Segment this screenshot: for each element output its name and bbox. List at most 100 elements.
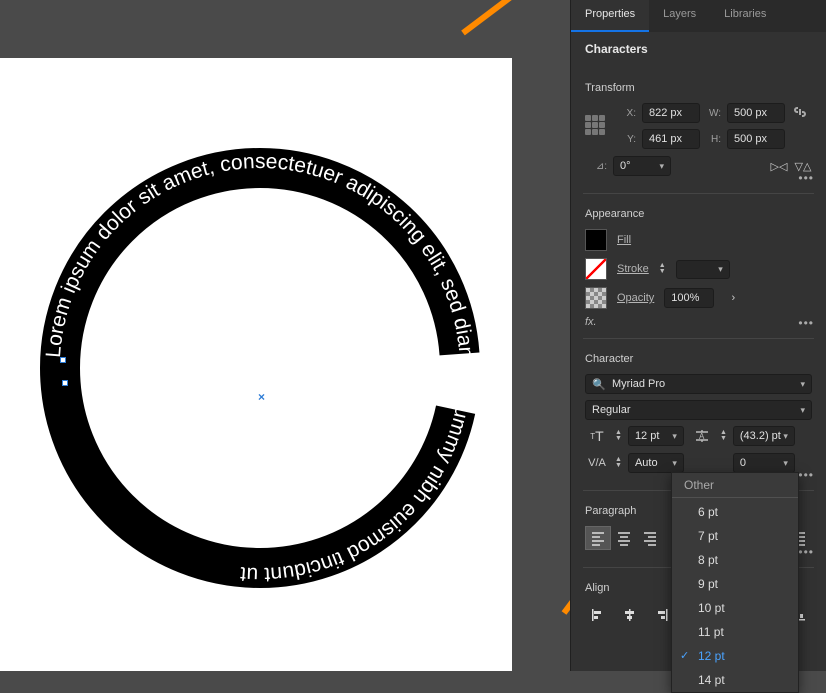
leading-icon: A — [690, 428, 714, 444]
paragraph-more-icon[interactable]: ••• — [798, 545, 814, 559]
character-more-icon[interactable]: ••• — [798, 468, 814, 482]
transform-section: Transform X: W: Y: H: — [571, 72, 826, 189]
chevron-down-icon: ▾ — [672, 458, 677, 469]
path-anchor-end[interactable] — [62, 380, 68, 386]
stroke-label[interactable]: Stroke — [617, 263, 649, 275]
align-obj-left-button[interactable] — [585, 603, 611, 627]
font-size-option-label: 9 pt — [698, 577, 718, 591]
object-center-marker: × — [258, 390, 265, 404]
appearance-section: Appearance Fill Stroke ▲▼ ▾ Opacity › fx… — [571, 198, 826, 334]
chevron-down-icon: ▾ — [800, 379, 805, 390]
h-label: H: — [706, 134, 721, 145]
font-style-value: Regular — [592, 404, 631, 416]
properties-panel: Properties Layers Libraries Characters T… — [570, 0, 826, 671]
appearance-title: Appearance — [585, 208, 812, 220]
leading-select[interactable]: (43.2) pt ▾ — [733, 426, 795, 446]
opacity-label[interactable]: Opacity — [617, 292, 654, 304]
divider — [583, 338, 814, 339]
w-label: W: — [706, 108, 721, 119]
kerning-value: Auto — [635, 457, 658, 469]
y-input[interactable] — [642, 129, 700, 149]
transform-title: Transform — [585, 82, 812, 94]
font-size-option[interactable]: 11 pt — [672, 620, 798, 644]
font-size-option-label: 10 pt — [698, 601, 725, 615]
angle-select[interactable]: 0° ▾ — [613, 156, 671, 176]
object-type-section: Characters — [571, 32, 826, 72]
angle-label: ⊿: — [585, 161, 607, 172]
text-on-path-object[interactable]: Lorem ipsum dolor sit amet, consectetuer… — [40, 108, 480, 588]
x-label: X: — [621, 108, 636, 119]
angle-value: 0° — [620, 160, 631, 172]
fill-swatch[interactable] — [585, 229, 607, 251]
stroke-weight-select[interactable]: ▾ — [676, 260, 730, 279]
font-size-option[interactable]: 9 pt — [672, 572, 798, 596]
align-right-button[interactable] — [637, 526, 663, 550]
check-icon: ✓ — [680, 649, 689, 662]
font-size-icon: TT — [585, 428, 609, 444]
font-size-option[interactable]: ✓ 12 pt — [672, 644, 798, 668]
font-size-option[interactable]: 8 pt — [672, 548, 798, 572]
font-family-select[interactable]: 🔍 Myriad Pro ▾ — [585, 374, 812, 394]
font-size-option[interactable]: 6 pt — [672, 500, 798, 524]
font-size-option-label: 8 pt — [698, 553, 718, 567]
stroke-swatch[interactable] — [585, 258, 607, 280]
tab-properties[interactable]: Properties — [571, 0, 649, 32]
appearance-more-icon[interactable]: ••• — [798, 316, 814, 330]
font-family-value: Myriad Pro — [612, 378, 665, 390]
font-size-option-label: 6 pt — [698, 505, 718, 519]
character-section: Character 🔍 Myriad Pro ▾ Regular ▾ TT ▲▼… — [571, 343, 826, 486]
w-input[interactable] — [727, 103, 785, 123]
kerning-stepper[interactable]: ▲▼ — [615, 457, 622, 469]
font-size-option-label: 14 pt — [698, 673, 725, 687]
tracking-select[interactable]: 0 ▾ — [733, 453, 795, 473]
chevron-down-icon: ▾ — [783, 458, 788, 469]
stroke-weight-stepper[interactable]: ▲▼ — [659, 263, 666, 275]
font-size-value: 12 pt — [635, 430, 659, 442]
font-size-option[interactable]: 14 pt — [672, 668, 798, 692]
font-size-option-label: 7 pt — [698, 529, 718, 543]
reference-point-grid[interactable] — [585, 115, 607, 137]
opacity-input[interactable] — [664, 288, 714, 308]
font-size-option-label: 11 pt — [698, 625, 724, 639]
font-size-select[interactable]: 12 pt ▾ — [628, 426, 684, 446]
font-size-dropdown[interactable]: Other 6 pt 7 pt 8 pt 9 pt 10 pt 11 pt ✓ 12 pt 14… — [671, 472, 799, 693]
font-size-option[interactable]: 7 pt — [672, 524, 798, 548]
chevron-down-icon: ▾ — [718, 264, 723, 275]
chevron-down-icon: ▾ — [659, 161, 664, 172]
align-obj-hcenter-button[interactable] — [617, 603, 643, 627]
font-size-option[interactable]: 10 pt — [672, 596, 798, 620]
font-size-stepper[interactable]: ▲▼ — [615, 430, 622, 442]
character-title: Character — [585, 353, 812, 365]
leading-stepper[interactable]: ▲▼ — [720, 430, 727, 442]
tab-libraries[interactable]: Libraries — [710, 0, 780, 32]
y-label: Y: — [621, 134, 636, 145]
x-input[interactable] — [642, 103, 700, 123]
kerning-icon: V/A — [585, 457, 609, 469]
link-wh-icon[interactable] — [791, 104, 809, 123]
chevron-down-icon: ▾ — [783, 431, 788, 442]
leading-value: (43.2) pt — [740, 430, 781, 442]
transform-more-icon[interactable]: ••• — [798, 171, 814, 185]
align-center-button[interactable] — [611, 526, 637, 550]
font-style-select[interactable]: Regular ▾ — [585, 400, 812, 420]
opacity-swatch[interactable] — [585, 287, 607, 309]
divider — [583, 193, 814, 194]
tracking-value: 0 — [740, 457, 746, 469]
svg-text:A: A — [699, 432, 705, 441]
path-anchor-start[interactable] — [60, 357, 66, 363]
kerning-select[interactable]: Auto ▾ — [628, 453, 684, 473]
chevron-down-icon: ▾ — [672, 431, 677, 442]
font-size-dropdown-header: Other — [672, 473, 798, 498]
flip-horizontal-icon[interactable]: ▷◁ — [770, 160, 788, 173]
align-left-button[interactable] — [585, 526, 611, 550]
font-size-option-label: 12 pt — [698, 649, 725, 663]
chevron-down-icon: ▾ — [800, 405, 805, 416]
artboard[interactable]: Lorem ipsum dolor sit amet, consectetuer… — [0, 58, 512, 671]
h-input[interactable] — [727, 129, 785, 149]
tab-layers[interactable]: Layers — [649, 0, 710, 32]
document-viewport: Lorem ipsum dolor sit amet, consectetuer… — [0, 0, 570, 671]
fill-label[interactable]: Fill — [617, 234, 631, 246]
panel-tabs: Properties Layers Libraries — [571, 0, 826, 32]
opacity-flyout-icon[interactable]: › — [724, 292, 742, 304]
fx-button[interactable]: fx. — [585, 316, 812, 328]
